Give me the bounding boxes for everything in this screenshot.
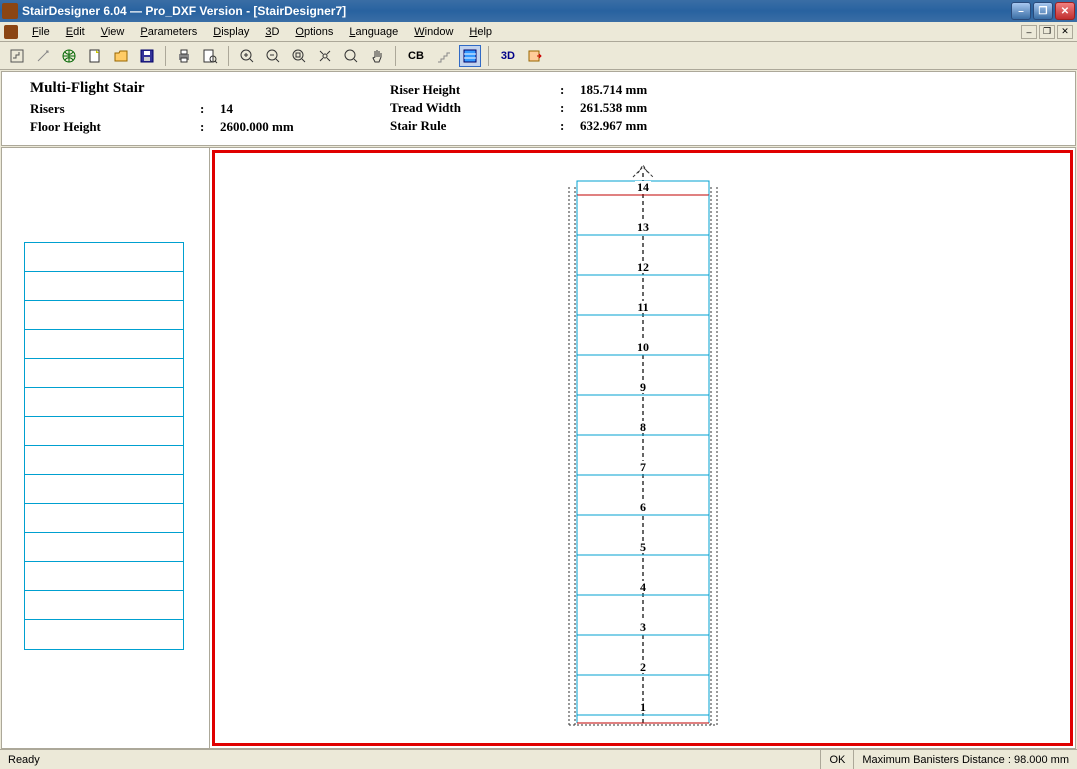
menu-bar: File Edit View Parameters Display 3D Opt… [0,22,1077,42]
step-number: 13 [637,220,649,234]
overview-step [25,359,183,388]
stair-plan-view[interactable]: 14 13 12 11 10 9 8 7 6 5 4 3 2 1 [563,173,723,733]
menu-window[interactable]: Window [406,24,461,40]
close-button[interactable]: ✕ [1055,2,1075,20]
overview-step [25,417,183,446]
minimize-button[interactable]: – [1011,2,1031,20]
step-number: 11 [637,300,648,314]
stair-rule-label: Stair Rule [390,118,560,134]
stair-overview[interactable] [24,242,184,650]
floor-height-value: 2600.000 mm [220,119,294,135]
workspace: 14 13 12 11 10 9 8 7 6 5 4 3 2 1 [1,147,1076,749]
step-number: 8 [640,420,646,434]
stair-tool-button[interactable] [433,45,455,67]
step-number: 5 [640,540,646,554]
view-mode-button[interactable] [459,45,481,67]
zoom-fit-button[interactable] [288,45,310,67]
zoom-window-button[interactable] [340,45,362,67]
overview-step [25,591,183,620]
cb-button[interactable]: CB [403,45,429,67]
stair-svg: 14 13 12 11 10 9 8 7 6 5 4 3 2 1 [563,173,723,733]
step-number: 12 [637,260,649,274]
overview-step [25,272,183,301]
step-number: 9 [640,380,646,394]
menu-help[interactable]: Help [461,24,500,40]
window-controls: – ❐ ✕ [1011,2,1075,20]
step-number: 2 [640,660,646,674]
menu-view[interactable]: View [93,24,133,40]
menu-file[interactable]: File [24,24,58,40]
app-icon [2,3,18,19]
main-canvas[interactable]: 14 13 12 11 10 9 8 7 6 5 4 3 2 1 [212,150,1073,746]
menu-display[interactable]: Display [205,24,257,40]
step-number: 3 [640,620,646,634]
overview-step [25,475,183,504]
mdi-restore-button[interactable]: ❐ [1039,25,1055,39]
overview-step [25,330,183,359]
step-number: 4 [640,580,646,594]
stair-rule-value: 632.967 mm [580,118,647,134]
new-file-button[interactable] [84,45,106,67]
overview-step [25,533,183,562]
overview-panel[interactable] [2,148,210,748]
toolbar-separator [165,46,166,66]
step-number: 10 [637,340,649,354]
open-file-button[interactable] [110,45,132,67]
tread-width-value: 261.538 mm [580,100,647,116]
status-ready: Ready [0,750,821,769]
risers-label: Risers [30,101,200,117]
menu-edit[interactable]: Edit [58,24,93,40]
mdi-minimize-button[interactable]: – [1021,25,1037,39]
pan-button[interactable] [366,45,388,67]
status-ok: OK [821,750,854,769]
new-stair-button[interactable] [6,45,28,67]
overview-step [25,243,183,272]
toolbar: CB 3D [0,42,1077,70]
export-button[interactable] [524,45,546,67]
window-title: StairDesigner 6.04 — Pro_DXF Version - [… [22,4,1011,18]
overview-step [25,388,183,417]
floor-height-label: Floor Height [30,119,200,135]
riser-height-value: 185.714 mm [580,82,647,98]
toolbar-separator [395,46,396,66]
print-preview-button[interactable] [199,45,221,67]
app-icon-small [4,25,18,39]
mdi-controls: – ❐ ✕ [1021,25,1073,39]
zoom-in-button[interactable] [236,45,258,67]
toolbar-separator [488,46,489,66]
mdi-close-button[interactable]: ✕ [1057,25,1073,39]
menu-language[interactable]: Language [341,24,406,40]
maximize-button[interactable]: ❐ [1033,2,1053,20]
tool-button-2[interactable] [32,45,54,67]
zoom-all-button[interactable] [314,45,336,67]
step-number: 6 [640,500,646,514]
stair-type-title: Multi-Flight Stair [30,80,390,97]
overview-step [25,446,183,475]
menu-3d[interactable]: 3D [257,24,287,40]
3d-button[interactable]: 3D [496,45,520,67]
riser-height-label: Riser Height [390,82,560,98]
menu-options[interactable]: Options [287,24,341,40]
overview-step [25,562,183,591]
status-bar: Ready OK Maximum Banisters Distance : 98… [0,749,1077,769]
globe-button[interactable] [58,45,80,67]
step-number: 7 [640,460,646,474]
save-button[interactable] [136,45,158,67]
toolbar-separator [228,46,229,66]
print-button[interactable] [173,45,195,67]
tread-width-label: Tread Width [390,100,560,116]
risers-value: 14 [220,101,233,117]
overview-step [25,301,183,330]
overview-step [25,504,183,533]
status-banisters: Maximum Banisters Distance : 98.000 mm [854,750,1077,769]
stair-info-panel: Multi-Flight Stair Risers : 14 Floor Hei… [1,71,1076,146]
overview-step [25,620,183,649]
step-number: 1 [640,700,646,714]
step-number: 14 [637,180,649,194]
menu-parameters[interactable]: Parameters [132,24,205,40]
title-bar: StairDesigner 6.04 — Pro_DXF Version - [… [0,0,1077,22]
zoom-out-button[interactable] [262,45,284,67]
